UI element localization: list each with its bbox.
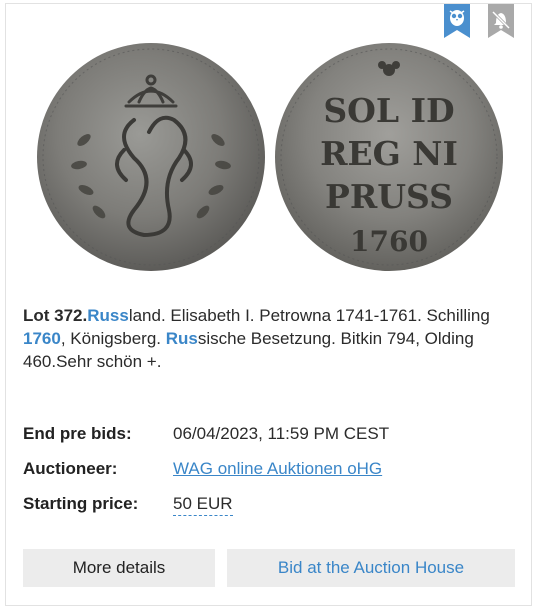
lot-title-highlight: Russ: [87, 306, 129, 325]
lot-number: Lot 372.: [23, 306, 88, 325]
lot-card: SOL ID REG NI PRUSS 1760 Lot 372.Russlan…: [5, 3, 532, 606]
coin-obverse-image[interactable]: [34, 40, 269, 275]
auctioneer-link[interactable]: WAG online Auktionen oHG: [173, 459, 382, 479]
bell-off-bookmark-icon[interactable]: [488, 4, 514, 38]
starting-price-label: Starting price:: [23, 494, 139, 513]
auctioneer-row: Auctioneer: WAG online Auktionen oHG: [23, 459, 513, 494]
coin-images[interactable]: SOL ID REG NI PRUSS 1760: [26, 34, 511, 279]
lot-title-text: , Königsberg.: [60, 329, 166, 348]
lot-details: End pre bids: 06/04/2023, 11:59 PM CEST …: [23, 424, 513, 529]
bid-at-auction-house-button[interactable]: Bid at the Auction House: [227, 549, 515, 587]
auctioneer-label: Auctioneer:: [23, 459, 118, 478]
more-details-button[interactable]: More details: [23, 549, 215, 587]
lot-title: Russland. Elisabeth I. Petrowna 1741-176…: [23, 306, 490, 371]
lot-title-highlight: 1760: [23, 329, 61, 348]
end-pre-bids-value: 06/04/2023, 11:59 PM CEST: [173, 424, 390, 443]
coin-legend-line-2: REG NI: [320, 134, 458, 173]
coin-legend-line-1: SOL ID: [323, 91, 454, 130]
starting-price-row: Starting price: 50 EUR: [23, 494, 513, 529]
coin-legend-line-3: PRUSS: [325, 177, 453, 216]
end-pre-bids-row: End pre bids: 06/04/2023, 11:59 PM CEST: [23, 424, 513, 459]
end-pre-bids-label: End pre bids:: [23, 424, 132, 443]
coin-reverse-image[interactable]: SOL ID REG NI PRUSS 1760: [272, 40, 507, 275]
lot-title-text: land. Elisabeth I. Petrowna 1741-1761. S…: [128, 306, 490, 325]
lot-description: Lot 372.Russland. Elisabeth I. Petrowna …: [23, 304, 503, 373]
owl-bookmark-icon[interactable]: [444, 4, 470, 38]
starting-price-value[interactable]: 50 EUR: [173, 494, 233, 516]
lot-title-highlight: Rus: [165, 329, 198, 348]
coin-legend-line-4: 1760: [350, 225, 428, 258]
